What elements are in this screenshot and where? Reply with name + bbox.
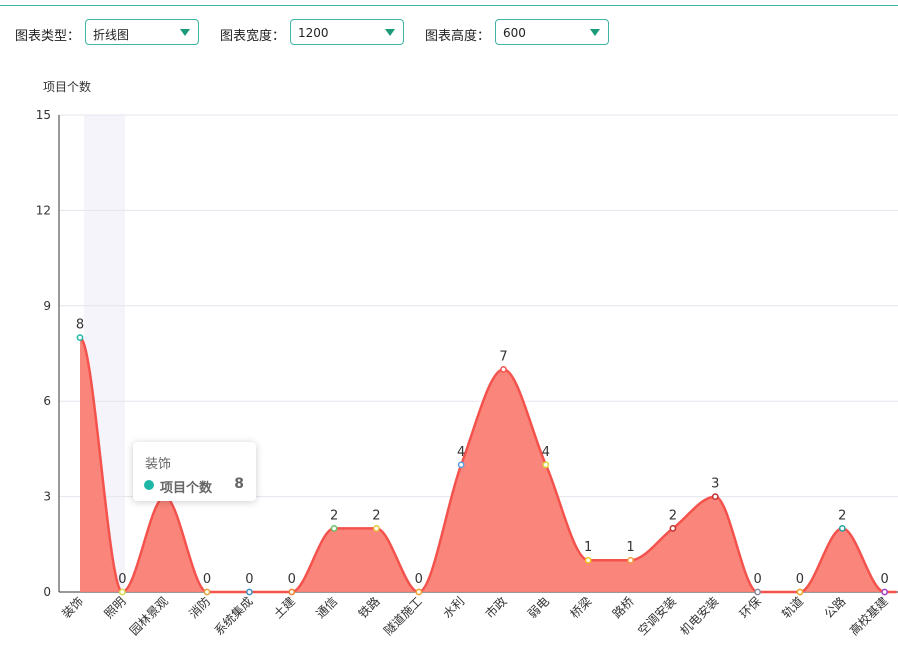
- data-label: 3: [711, 477, 719, 492]
- data-label: 4: [542, 445, 550, 460]
- data-label: 0: [881, 572, 889, 587]
- data-point: [415, 588, 423, 596]
- x-tick-label: 公路: [821, 594, 849, 622]
- data-point: [119, 588, 126, 596]
- data-point: [500, 366, 507, 373]
- data-label: 1: [626, 540, 634, 555]
- x-tick-label: 弱电: [525, 594, 552, 621]
- data-label: 2: [838, 508, 846, 523]
- data-label: 0: [288, 572, 296, 587]
- x-tick-label: 机电安装: [677, 594, 722, 639]
- tooltip-category: 装饰: [145, 457, 172, 472]
- area-chart: 03691215项目个数80 0 0 02 204741 1230 020装饰 照明园林景观消…: [36, 79, 898, 639]
- tooltip-value: 8: [234, 476, 244, 492]
- data-point: [838, 525, 846, 532]
- x-tick-label: 轨道: [779, 594, 806, 621]
- data-label: 2: [330, 508, 338, 523]
- y-tick-label: 0: [43, 585, 51, 599]
- x-tick-label: 高校基建: [846, 594, 891, 639]
- data-point: [246, 588, 253, 596]
- data-point: [76, 334, 84, 341]
- data-point: [457, 461, 465, 469]
- y-tick-label: 9: [43, 299, 51, 313]
- x-tick-label: 空调安装: [634, 594, 679, 639]
- data-label: 0: [415, 572, 423, 587]
- data-point: [754, 588, 761, 596]
- data-label: 0: [753, 572, 761, 587]
- x-tick-label: 通信: [313, 594, 340, 621]
- tooltip-series-name: 项目个数: [160, 481, 213, 496]
- data-point: [881, 588, 889, 596]
- x-tick-label: 环保: [737, 594, 764, 621]
- data-label: 7: [499, 349, 507, 364]
- x-tick-label: 照明: [102, 594, 129, 621]
- series-dot-icon: [144, 480, 154, 490]
- x-tick-label: 市政: [482, 594, 510, 622]
- data-label: 8: [76, 318, 84, 333]
- data-label: 2: [669, 508, 677, 523]
- data-point: [584, 556, 592, 564]
- y-tick-label: 12: [36, 203, 51, 217]
- data-label: 0: [203, 572, 211, 587]
- data-point: [796, 588, 804, 596]
- chart-tooltip: 装饰 项目个数 8: [133, 442, 256, 501]
- x-tick-label: 路桥: [609, 594, 637, 622]
- data-point: [542, 461, 550, 469]
- data-label: 1: [584, 540, 592, 555]
- x-tick-label: 消防: [186, 594, 214, 622]
- x-tick-label: 装饰: [59, 594, 86, 621]
- y-tick-label: 6: [43, 394, 51, 408]
- y-tick-label: 15: [36, 108, 51, 122]
- data-point: [330, 525, 338, 532]
- x-tick-label: 系统集成: [211, 594, 256, 639]
- data-label: 0: [245, 572, 253, 587]
- y-axis-title: 项目个数: [43, 79, 91, 94]
- data-point: [203, 588, 211, 596]
- x-tick-label: 桥梁: [567, 594, 595, 622]
- x-tick-label: 隧道施工: [380, 594, 425, 639]
- data-label: 0: [796, 572, 804, 587]
- x-tick-label: 土建: [271, 594, 298, 621]
- data-label: 0: [118, 572, 126, 587]
- data-point: [288, 588, 296, 596]
- x-tick-label: 园林景观: [127, 594, 171, 638]
- x-tick-label: 水利: [440, 594, 467, 621]
- data-point: [669, 525, 677, 532]
- data-label: 4: [457, 445, 465, 460]
- data-point: [711, 493, 719, 500]
- data-label: 2: [372, 508, 380, 523]
- x-tick-label: 铁路: [355, 594, 383, 622]
- data-point: [373, 525, 380, 532]
- y-tick-label: 3: [43, 490, 51, 504]
- data-point: [627, 556, 634, 564]
